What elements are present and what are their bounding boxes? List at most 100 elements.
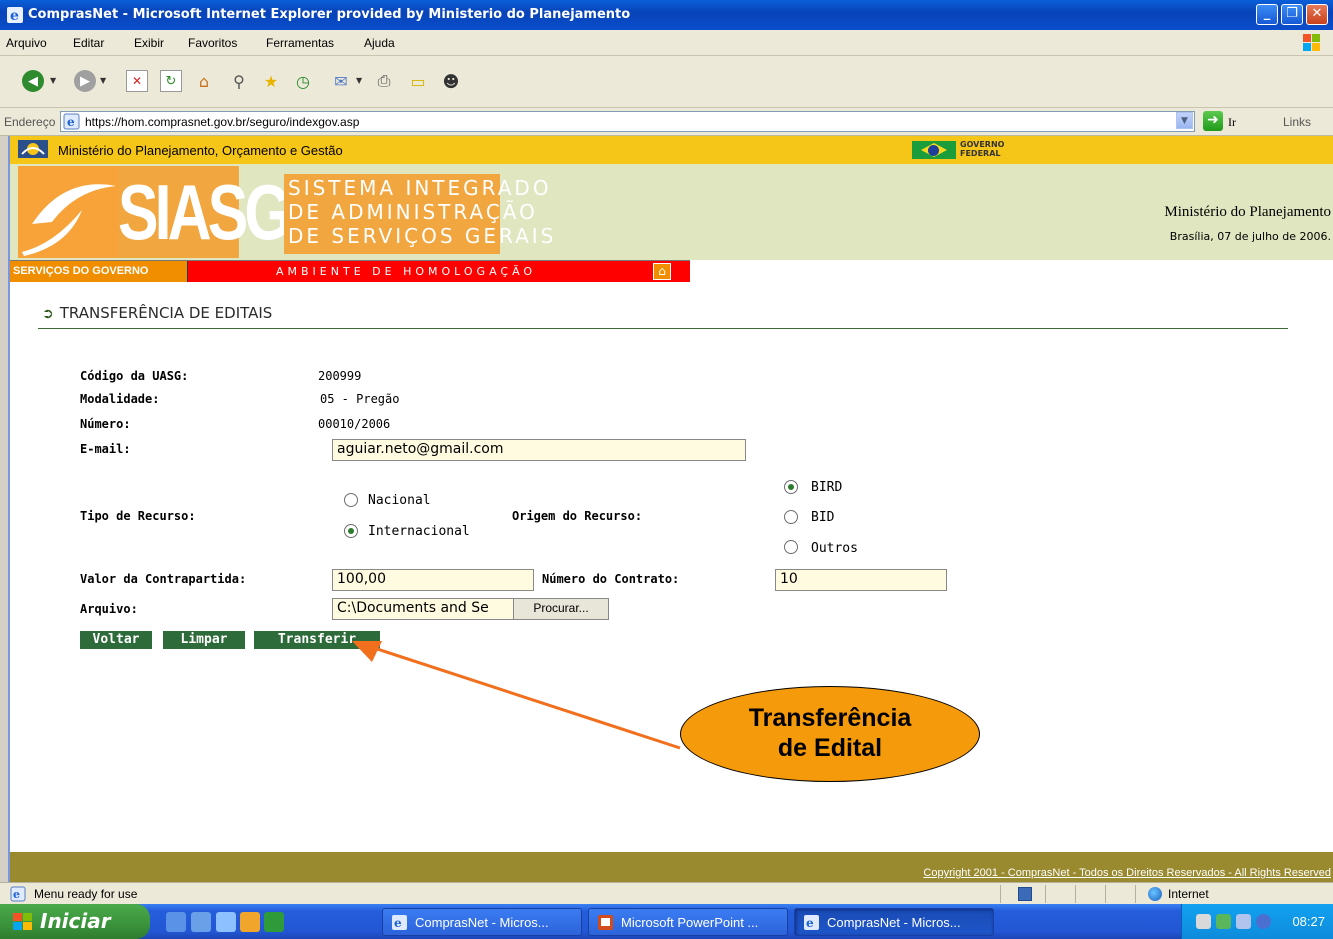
task-powerpoint[interactable]: Microsoft PowerPoint ...	[588, 908, 788, 936]
internet-zone-text: Internet	[1168, 887, 1209, 901]
address-input[interactable]: e https://hom.comprasnet.gov.br/seguro/i…	[60, 111, 1195, 132]
task-comprasnet-1[interactable]: e ComprasNet - Micros...	[382, 908, 582, 936]
favorites-icon[interactable]: ★	[260, 70, 282, 92]
menu-exibir[interactable]: Exibir	[134, 36, 164, 50]
email-field[interactable]: aguiar.neto@gmail.com	[332, 439, 746, 461]
close-button[interactable]: ✕	[1306, 4, 1328, 25]
modalidade-value: 05 - Pregão	[320, 392, 400, 406]
quicklaunch-media-icon[interactable]	[240, 912, 260, 932]
quicklaunch-ie-icon[interactable]	[166, 912, 186, 932]
forward-icon[interactable]: ▶	[74, 70, 96, 92]
governo-federal-logo: GOVERNO FEDERAL	[912, 139, 1022, 161]
restore-button[interactable]: ❐	[1281, 4, 1303, 25]
footer-copyright[interactable]: Copyright 2001 - ComprasNet - Todos os D…	[923, 867, 1331, 879]
siasg-logo: SIASG SISTEMA INTEGRADO DE ADMINISTRAÇÃO…	[18, 166, 553, 258]
ie-icon: e	[7, 7, 23, 24]
services-bar: SERVIÇOS DO GOVERNO AMBIENTE DE HOMOLOGA…	[10, 260, 690, 282]
contrapartida-field[interactable]: 100,00	[332, 569, 534, 591]
radio-bird[interactable]	[784, 480, 798, 494]
windows-flag-icon	[13, 913, 32, 930]
radio-bird-label: BIRD	[811, 480, 843, 495]
menu-arquivo[interactable]: Arquivo	[6, 36, 47, 50]
status-separator	[1135, 885, 1136, 903]
gov-brand-line2: FEDERAL	[960, 149, 1001, 158]
callout-line-2: de Edital	[777, 734, 883, 762]
contrato-field[interactable]: 10	[775, 569, 947, 591]
limpar-button[interactable]: Limpar	[163, 631, 245, 649]
menu-favoritos[interactable]: Favoritos	[188, 36, 237, 50]
status-separator	[1000, 885, 1001, 903]
history-icon[interactable]: ◷	[292, 70, 314, 92]
menu-editar[interactable]: Editar	[73, 36, 104, 50]
task-comprasnet-2[interactable]: e ComprasNet - Micros...	[794, 908, 994, 936]
brazil-flag-icon	[912, 141, 956, 159]
go-arrow-icon[interactable]: ➜	[1203, 111, 1223, 131]
messenger-icon[interactable]: ☻	[440, 70, 462, 92]
address-bar: Endereço e https://hom.comprasnet.gov.br…	[0, 108, 1333, 136]
status-separator	[1105, 885, 1106, 903]
task-label: ComprasNet - Micros...	[415, 915, 549, 930]
callout-line-1: Transferência	[748, 704, 912, 732]
uasg-label: Código da UASG:	[80, 369, 189, 383]
security-icon	[1018, 887, 1032, 901]
back-icon[interactable]: ◀	[22, 70, 44, 92]
transferir-button[interactable]: Transferir	[254, 631, 380, 649]
tray-app-icon[interactable]	[1256, 914, 1271, 929]
radio-outros[interactable]	[784, 540, 798, 554]
menu-bar: Arquivo Editar Exibir Favoritos Ferramen…	[0, 30, 1333, 56]
menu-ferramentas[interactable]: Ferramentas	[266, 36, 334, 50]
tray-network-icon[interactable]	[1216, 914, 1231, 929]
start-button[interactable]: Iniciar	[0, 904, 150, 939]
svg-text:e: e	[10, 8, 19, 24]
page-status-icon: e	[10, 886, 26, 902]
ie-task-icon: e	[392, 915, 407, 930]
ie-task-icon: e	[804, 915, 819, 930]
ministry-logo-icon	[18, 140, 48, 158]
radio-internacional[interactable]	[344, 524, 358, 538]
browse-button[interactable]: Procurar...	[513, 598, 609, 620]
quicklaunch-desktop-icon[interactable]	[191, 912, 211, 932]
radio-bid-label: BID	[811, 510, 835, 525]
print-icon[interactable]: ⎙	[373, 70, 395, 92]
menu-ajuda[interactable]: Ajuda	[364, 36, 395, 50]
home-icon-button[interactable]: ⌂	[653, 263, 671, 280]
page-icon: e	[63, 113, 80, 130]
tray-volume-icon[interactable]	[1236, 914, 1251, 929]
minimize-button[interactable]: _	[1256, 4, 1278, 25]
header-ministry: Ministério do Planejamento	[1164, 204, 1331, 220]
mail-dropdown-icon[interactable]: ▼	[356, 76, 362, 85]
tipo-recurso-label: Tipo de Recurso:	[80, 509, 196, 523]
email-label: E-mail:	[80, 442, 131, 456]
siasg-full-name: SISTEMA INTEGRADO DE ADMINISTRAÇÃO DE SE…	[284, 174, 553, 254]
svg-text:e: e	[67, 115, 75, 129]
environment-label: AMBIENTE DE HOMOLOGAÇÃO	[276, 265, 537, 278]
quicklaunch-explorer-icon[interactable]	[216, 912, 236, 932]
status-bar: e Menu ready for use Internet	[0, 882, 1333, 904]
quicklaunch-app-icon[interactable]	[264, 912, 284, 932]
edit-icon[interactable]: ▭	[407, 70, 429, 92]
services-link[interactable]: SERVIÇOS DO GOVERNO	[10, 261, 188, 282]
tray-java-icon[interactable]	[1196, 914, 1211, 929]
address-dropdown-icon[interactable]: ▼	[1176, 112, 1193, 129]
home-icon[interactable]: ⌂	[193, 70, 215, 92]
status-separator	[1075, 885, 1076, 903]
modalidade-label: Modalidade:	[80, 392, 160, 406]
go-button[interactable]: Ir	[1228, 115, 1236, 130]
uasg-value: 200999	[318, 369, 362, 383]
back-dropdown-icon[interactable]: ▼	[50, 76, 56, 85]
svg-text:e: e	[13, 888, 20, 901]
forward-dropdown-icon[interactable]: ▼	[100, 76, 106, 85]
mail-icon[interactable]: ✉	[330, 70, 352, 92]
system-tray: 08:27	[1181, 904, 1333, 939]
task-label: Microsoft PowerPoint ...	[621, 915, 759, 930]
radio-nacional[interactable]	[344, 493, 358, 507]
links-button[interactable]: Links	[1283, 115, 1311, 129]
refresh-icon[interactable]: ↻	[160, 70, 182, 92]
radio-outros-label: Outros	[811, 541, 858, 556]
stop-icon[interactable]: ✕	[126, 70, 148, 92]
arquivo-field[interactable]: C:\Documents and Se	[332, 598, 514, 620]
radio-bid[interactable]	[784, 510, 798, 524]
tray-clock[interactable]: 08:27	[1292, 914, 1325, 929]
search-icon[interactable]: ⚲	[228, 70, 250, 92]
voltar-button[interactable]: Voltar	[80, 631, 152, 649]
